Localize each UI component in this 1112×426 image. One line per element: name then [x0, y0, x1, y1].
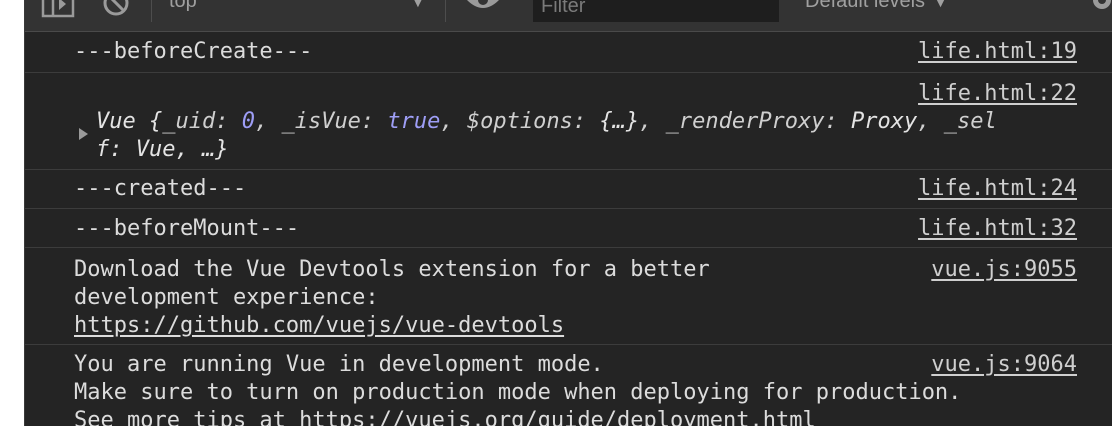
gear-icon[interactable]: [1087, 0, 1112, 25]
log-message: You are running Vue in development mode.: [74, 352, 604, 377]
context-selector[interactable]: top: [169, 0, 197, 13]
log-source-link[interactable]: life.html:24: [918, 175, 1077, 203]
log-message: ---created---: [74, 176, 247, 201]
log-message: ---beforeCreate---: [74, 39, 313, 64]
devtools-console: top ▼ Filter Default levels ▼ ---beforeC…: [24, 0, 1112, 426]
filter-input[interactable]: Filter: [533, 0, 779, 22]
log-entry: Download the Vue Devtools extension for …: [25, 248, 1112, 345]
log-source-link[interactable]: life.html:22: [918, 80, 1077, 108]
log-entry: ---beforeMount--- life.html:32: [25, 209, 1112, 248]
log-message: Make sure to turn on production mode whe…: [74, 380, 962, 405]
log-source-link[interactable]: vue.js:9064: [931, 351, 1077, 379]
log-entry: life.html:22 Vue {_uid: 0, _isVue: true,…: [25, 73, 1112, 170]
log-message: Download the Vue Devtools extension for …: [74, 257, 710, 282]
eye-icon[interactable]: [465, 0, 501, 21]
log-source-link[interactable]: life.html:32: [918, 215, 1077, 243]
log-entry: ---beforeCreate--- life.html:19: [25, 32, 1112, 73]
log-source-link[interactable]: vue.js:9055: [931, 256, 1077, 284]
log-entry: You are running Vue in development mode.…: [25, 345, 1112, 426]
console-toolbar: top ▼ Filter Default levels ▼: [25, 0, 1112, 32]
clear-console-icon[interactable]: [101, 0, 131, 25]
log-object-preview[interactable]: Vue {_uid: 0, _isVue: true, $options: {……: [96, 108, 997, 136]
devtools-link[interactable]: https://github.com/vuejs/vue-devtools: [74, 312, 564, 340]
log-source-link[interactable]: life.html:19: [918, 38, 1077, 66]
log-message: development experience:: [74, 285, 379, 310]
log-message: ---beforeMount---: [74, 216, 300, 241]
log-entry: ---created--- life.html:24: [25, 170, 1112, 209]
log-message: See more tips at https://vuejs.org/guide…: [74, 408, 816, 426]
log-object-preview-line2: f: Vue, …}: [96, 137, 229, 162]
toolbar-separator: [445, 0, 446, 22]
expand-object-icon[interactable]: [79, 128, 88, 140]
context-dropdown-icon[interactable]: ▼: [411, 0, 425, 10]
log-levels-dropdown[interactable]: Default levels ▼: [805, 0, 950, 13]
sidebar-toggle-icon[interactable]: [41, 0, 75, 25]
toolbar-separator: [151, 0, 152, 22]
